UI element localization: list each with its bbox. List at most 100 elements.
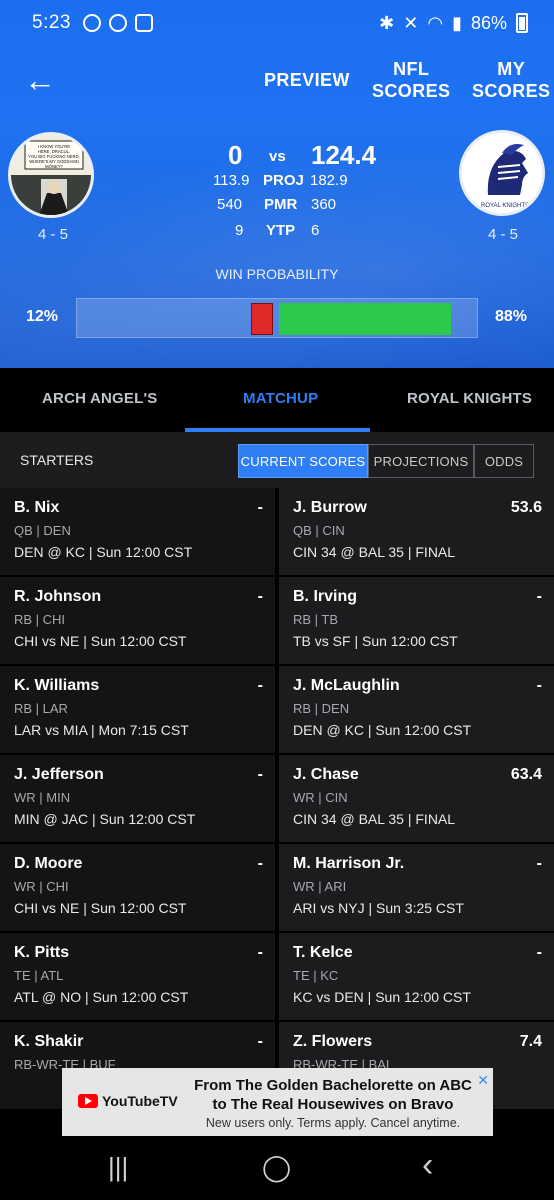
ad-close-icon[interactable]: ✕: [477, 1072, 489, 1089]
player-game: ARI vs NYJ | Sun 3:25 CST: [293, 900, 464, 916]
ad-subtext: New users only. Terms apply. Cancel anyt…: [205, 1116, 461, 1130]
player-position: WR | MIN: [14, 790, 71, 805]
starters-label: STARTERS: [20, 452, 94, 468]
tab-matchup[interactable]: MATCHUP: [243, 390, 318, 407]
player-points: 7.4: [519, 1033, 542, 1050]
player-card-right[interactable]: T. Kelce - TE | KC KC vs DEN | Sun 12:00…: [279, 933, 554, 1020]
player-card-left[interactable]: K. Williams - RB | LAR LAR vs MIA | Mon …: [0, 666, 275, 753]
right-score: 124.4: [311, 140, 377, 170]
player-points: -: [257, 1033, 263, 1050]
segment-projections[interactable]: PROJECTIONS: [368, 444, 474, 478]
recent-apps-icon[interactable]: |||: [108, 1152, 128, 1183]
player-game: DEN @ KC | Sun 12:00 CST: [293, 722, 472, 738]
right-ytp: 6: [311, 222, 320, 239]
player-position: TE | ATL: [14, 968, 64, 983]
player-position: WR | CHI: [14, 879, 69, 894]
left-score: 0: [228, 140, 243, 170]
left-proj: 113.9: [213, 172, 250, 189]
player-position: RB | CHI: [14, 612, 66, 627]
team-tabs: ARCH ANGEL'S MATCHUP ROYAL KNIGHTS: [0, 368, 554, 432]
ad-banner[interactable]: YouTubeTV From The Golden Bachelorette o…: [62, 1068, 493, 1136]
mute-icon: ✕: [403, 12, 419, 33]
vs-label: vs: [269, 148, 286, 165]
right-win-pct: 88%: [495, 308, 528, 325]
left-team-avatar[interactable]: I KNOW YOU'RE HERE, DRACUL. YOU BIG FUCK…: [8, 132, 94, 218]
battery-percent: 86%: [470, 12, 507, 33]
player-points: 53.6: [510, 499, 542, 516]
player-game: DEN @ KC | Sun 12:00 CST: [14, 544, 193, 560]
player-card-right[interactable]: J. Chase 63.4 WR | CIN CIN 34 @ BAL 35 |…: [279, 755, 554, 842]
player-points: -: [257, 677, 263, 694]
player-points: -: [536, 588, 542, 605]
svg-text:MONEY?: MONEY?: [45, 164, 63, 169]
player-card-right[interactable]: M. Harrison Jr. - WR | ARI ARI vs NYJ | …: [279, 844, 554, 931]
proj-label: PROJ: [263, 172, 304, 189]
player-game: TB vs SF | Sun 12:00 CST: [293, 633, 458, 649]
player-card-left[interactable]: B. Nix - QB | DEN DEN @ KC | Sun 12:00 C…: [0, 488, 275, 575]
player-card-left[interactable]: K. Pitts - TE | ATL ATL @ NO | Sun 12:00…: [0, 933, 275, 1020]
player-name: T. Kelce: [293, 944, 353, 961]
player-game: KC vs DEN | Sun 12:00 CST: [293, 989, 471, 1005]
player-name: Z. Flowers: [293, 1033, 373, 1050]
right-logo-text: ROYAL KNIGHTS: [481, 203, 529, 209]
nav-my-scores[interactable]: MY SCORES: [472, 58, 550, 102]
player-card-right[interactable]: B. Irving - RB | TB TB vs SF | Sun 12:00…: [279, 577, 554, 664]
left-team-record: 4 - 5: [38, 226, 69, 243]
player-points: -: [536, 944, 542, 961]
player-name: B. Irving: [293, 588, 358, 605]
player-points: -: [257, 944, 263, 961]
player-game: CIN 34 @ BAL 35 | FINAL: [293, 811, 456, 827]
player-points: -: [257, 855, 263, 872]
segment-current-scores[interactable]: CURRENT SCORES: [238, 444, 368, 478]
player-game: CHI vs NE | Sun 12:00 CST: [14, 633, 187, 649]
home-icon[interactable]: ◯: [262, 1152, 291, 1183]
player-card-right[interactable]: J. McLaughlin - RB | DEN DEN @ KC | Sun …: [279, 666, 554, 753]
tab-royal-knights[interactable]: ROYAL KNIGHTS: [407, 390, 532, 407]
player-points: -: [536, 677, 542, 694]
messenger-icon: [108, 14, 127, 32]
instagram-icon: [134, 14, 153, 32]
player-position: WR | ARI: [293, 879, 347, 894]
left-win-pct: 12%: [26, 308, 59, 325]
player-name: J. Jefferson: [14, 766, 104, 783]
player-name: R. Johnson: [14, 588, 102, 605]
nav-preview[interactable]: PREVIEW: [264, 69, 350, 91]
player-card-left[interactable]: J. Jefferson - WR | MIN MIN @ JAC | Sun …: [0, 755, 275, 842]
tab-arch-angels[interactable]: ARCH ANGEL'S: [42, 390, 157, 407]
player-card-left[interactable]: D. Moore - WR | CHI CHI vs NE | Sun 12:0…: [0, 844, 275, 931]
signal-icon: ▮: [452, 12, 462, 33]
top-nav: ← PREVIEW NFL SCORES MY SCORES: [0, 52, 554, 112]
ytp-label: YTP: [266, 222, 296, 239]
back-arrow-icon[interactable]: ←: [24, 64, 56, 96]
youtube-tv-logo: YouTubeTV: [78, 1093, 178, 1109]
player-position: TE | KC: [293, 968, 339, 983]
battery-icon: [516, 13, 528, 33]
system-nav-bar: ||| ◯ ‹: [0, 1140, 554, 1200]
player-game: ATL @ NO | Sun 12:00 CST: [14, 989, 189, 1005]
ad-headline: From The Golden Bachelorette on ABC to T…: [194, 1077, 472, 1113]
player-name: J. Burrow: [293, 499, 367, 516]
player-name: D. Moore: [14, 855, 83, 872]
back-nav-icon[interactable]: ‹: [422, 1146, 433, 1185]
segment-odds[interactable]: ODDS: [474, 444, 534, 478]
player-game: CHI vs NE | Sun 12:00 CST: [14, 900, 187, 916]
player-name: K. Williams: [14, 677, 100, 694]
pmr-label: PMR: [264, 196, 298, 213]
player-card-right[interactable]: J. Burrow 53.6 QB | CIN CIN 34 @ BAL 35 …: [279, 488, 554, 575]
player-card-left[interactable]: R. Johnson - RB | CHI CHI vs NE | Sun 12…: [0, 577, 275, 664]
player-points: -: [536, 855, 542, 872]
win-probability-bar: [76, 298, 478, 338]
left-win-fill: [251, 303, 273, 335]
player-game: LAR vs MIA | Mon 7:15 CST: [14, 722, 189, 738]
chat-icon: [82, 14, 101, 32]
player-name: M. Harrison Jr.: [293, 855, 405, 872]
right-team-record: 4 - 5: [488, 226, 519, 243]
youtube-play-icon: [78, 1094, 98, 1108]
player-game: MIN @ JAC | Sun 12:00 CST: [14, 811, 196, 827]
bluetooth-icon: ✱: [379, 12, 395, 33]
player-position: WR | CIN: [293, 790, 348, 805]
player-points: -: [257, 499, 263, 516]
right-team-avatar[interactable]: ROYAL KNIGHTS: [459, 130, 545, 216]
player-points: -: [257, 766, 263, 783]
nav-nfl-scores[interactable]: NFL SCORES: [372, 58, 450, 102]
